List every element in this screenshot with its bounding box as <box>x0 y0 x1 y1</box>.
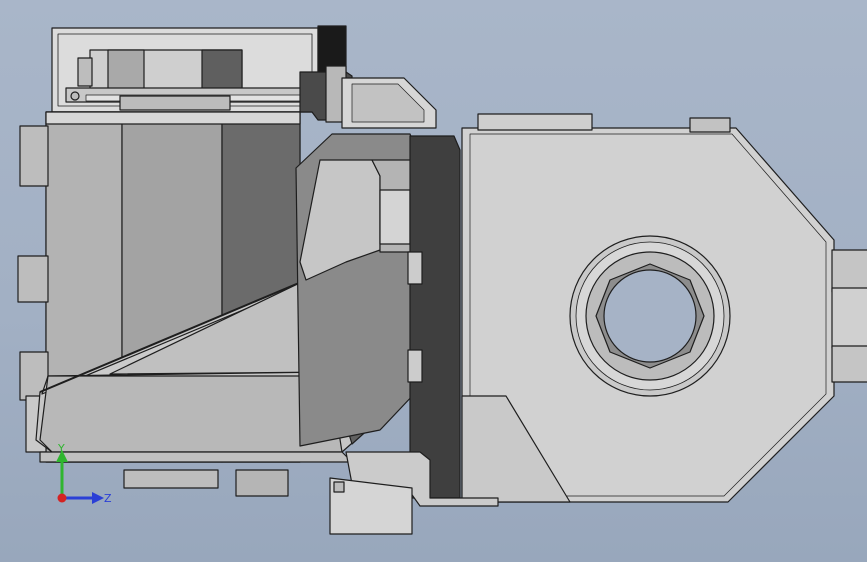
z-axis-label: Z <box>104 492 112 505</box>
origin-dot <box>57 493 67 503</box>
axis-triad: Y Z <box>56 442 112 505</box>
motor-top-cover[interactable] <box>51 27 319 113</box>
graphics-viewport[interactable]: Y Z <box>0 0 867 562</box>
cad-model-gearbox-assembly[interactable] <box>0 0 867 562</box>
z-axis-arrowhead <box>92 492 104 504</box>
top-flange-bracket[interactable] <box>299 25 437 129</box>
y-axis-label: Y <box>57 442 65 455</box>
output-bore[interactable] <box>569 235 731 397</box>
